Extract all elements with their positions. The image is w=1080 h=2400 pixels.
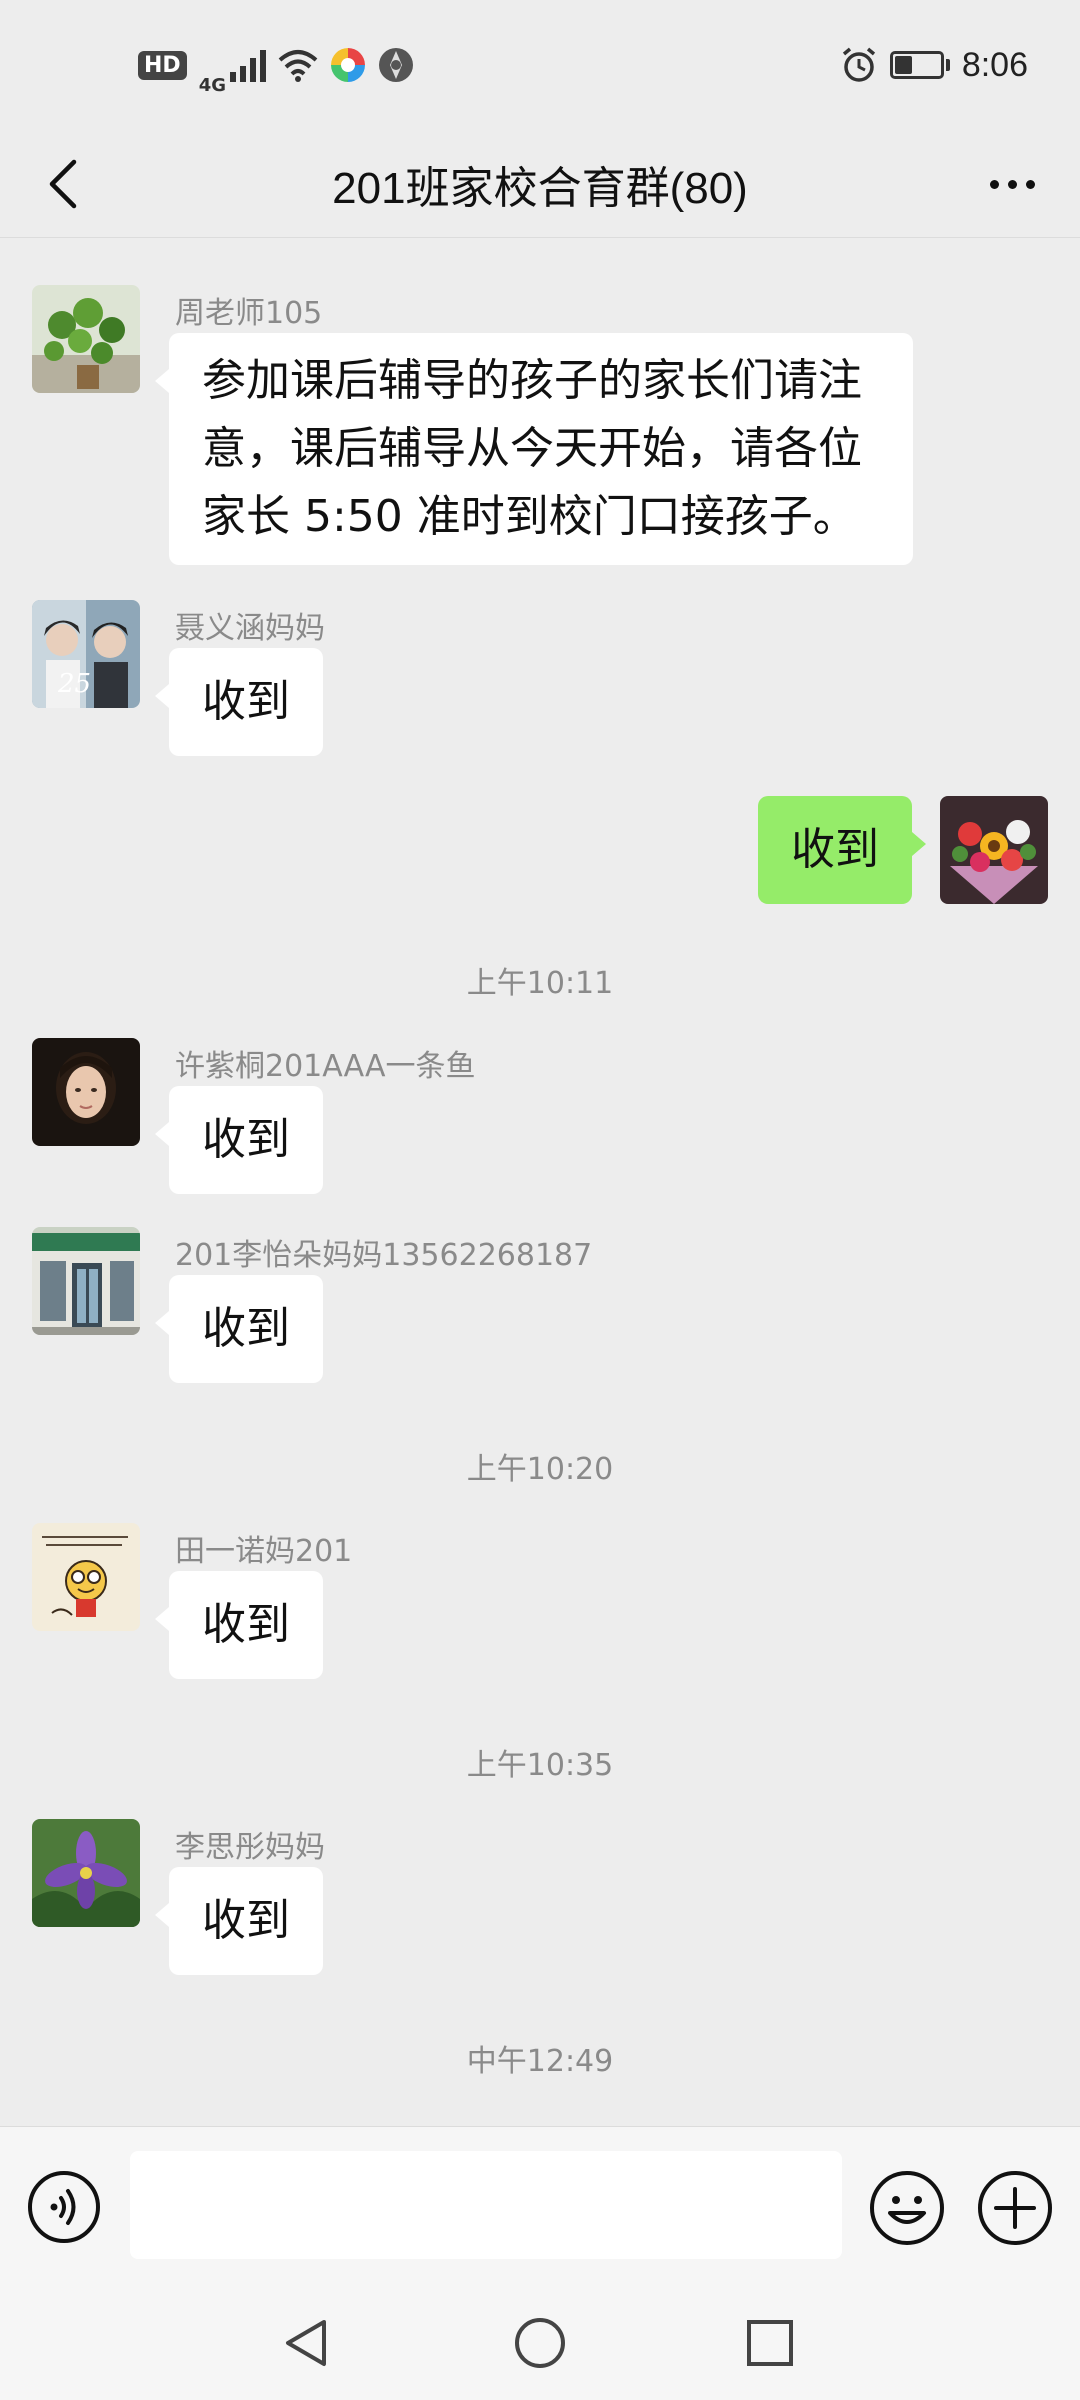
status-icons-right: 8:06 [840,46,1028,85]
battery-icon [889,51,950,79]
system-nav-bar [0,2286,1080,2400]
message-bubble[interactable]: 参加课后辅导的孩子的家长们请注 意，课后辅导从今天开始，请各位 家长 5:50 … [155,333,913,565]
potted-plant-avatar[interactable] [32,285,140,393]
nav-home-button[interactable] [505,2308,575,2378]
message-text: 收到 [791,824,879,875]
input-bar [0,2126,1080,2286]
chat-screen: HD 4G 8:06 201班家校合育群(80) 周老师105 参加课后辅导的孩… [0,0,1080,2400]
square-recents-icon [747,2320,793,2366]
more-dot-icon [1025,179,1035,189]
more-functions-button[interactable] [976,2169,1054,2247]
message-bubble[interactable]: 收到 [155,1867,323,1975]
smiley-icon [870,2171,944,2245]
message-text-line: 意，课后辅导从今天开始，请各位 [202,423,862,474]
status-icons-left: HD 4G [138,35,414,96]
message-text: 收到 [202,1599,290,1650]
message-text: 收到 [202,1303,290,1354]
app-notification-icon [331,48,365,82]
sender-name: 李思彤妈妈 [175,1830,325,1865]
signal-icon [230,48,266,82]
message-text-line: 参加课后辅导的孩子的家长们请注 [202,355,862,406]
message-bubble[interactable]: 收到 [155,648,323,756]
clinic-storefront-avatar[interactable] [32,1227,140,1335]
status-time: 8:06 [961,45,1028,84]
alarm-icon [842,47,875,82]
chevron-left-icon [49,159,77,209]
timestamp: 中午12:49 [466,2044,614,2079]
emoji-button[interactable] [868,2169,946,2247]
network-type: 4G [198,74,226,96]
message-bubble-self[interactable]: 收到 [758,796,926,904]
woman-portrait-avatar[interactable] [32,1038,140,1146]
voice-button[interactable] [26,2169,102,2245]
hd-badge: HD [138,50,187,80]
message-text-line: 家长 5:50 准时到校门口接孩子。 [202,491,857,542]
message-text: 收到 [202,676,290,727]
more-dot-icon [1007,179,1017,189]
chat-header: 201班家校合育群(80) [0,130,1080,238]
back-button[interactable] [28,148,100,220]
message-text: 收到 [202,1895,290,1946]
sender-name: 田一诺妈201 [175,1534,353,1569]
purple-flower-avatar[interactable] [32,1819,140,1927]
svg-text:25: 25 [57,669,91,699]
nav-recents-button[interactable] [735,2308,805,2378]
circle-home-icon [515,2318,565,2368]
sender-name: 聂义涵妈妈 [175,611,325,646]
sender-name: 201李怡朵妈妈13562268187 [175,1238,593,1273]
message-list[interactable]: 周老师105 参加课后辅导的孩子的家长们请注 意，课后辅导从今天开始，请各位 家… [0,240,1080,2126]
timestamp: 上午10:35 [466,1748,614,1783]
more-options-button[interactable] [972,148,1052,220]
more-dot-icon [989,179,999,189]
message-bubble[interactable]: 收到 [155,1571,323,1679]
timestamp: 上午10:11 [466,966,614,1001]
chat-title: 201班家校合育群(80) [332,163,748,213]
status-bar: HD 4G 8:06 [0,0,1080,130]
plus-circle-icon [978,2171,1052,2245]
browser-app-icon [379,48,413,82]
voice-icon [28,2171,100,2243]
cartoon-drawing-avatar[interactable] [32,1523,140,1631]
message-text: 收到 [202,1114,290,1165]
wifi-icon [278,50,318,82]
message-input[interactable] [130,2151,842,2259]
message-bubble[interactable]: 收到 [155,1275,323,1383]
sender-name: 周老师105 [175,296,323,331]
message-bubble[interactable]: 收到 [155,1086,323,1194]
two-men-photo-avatar[interactable]: 25 [32,600,140,708]
triangle-back-icon [286,2320,326,2366]
flower-bouquet-avatar[interactable] [940,796,1048,904]
nav-back-button[interactable] [272,2308,342,2378]
sender-name: 许紫桐201AAA一条鱼 [175,1049,476,1084]
timestamp: 上午10:20 [466,1452,614,1487]
